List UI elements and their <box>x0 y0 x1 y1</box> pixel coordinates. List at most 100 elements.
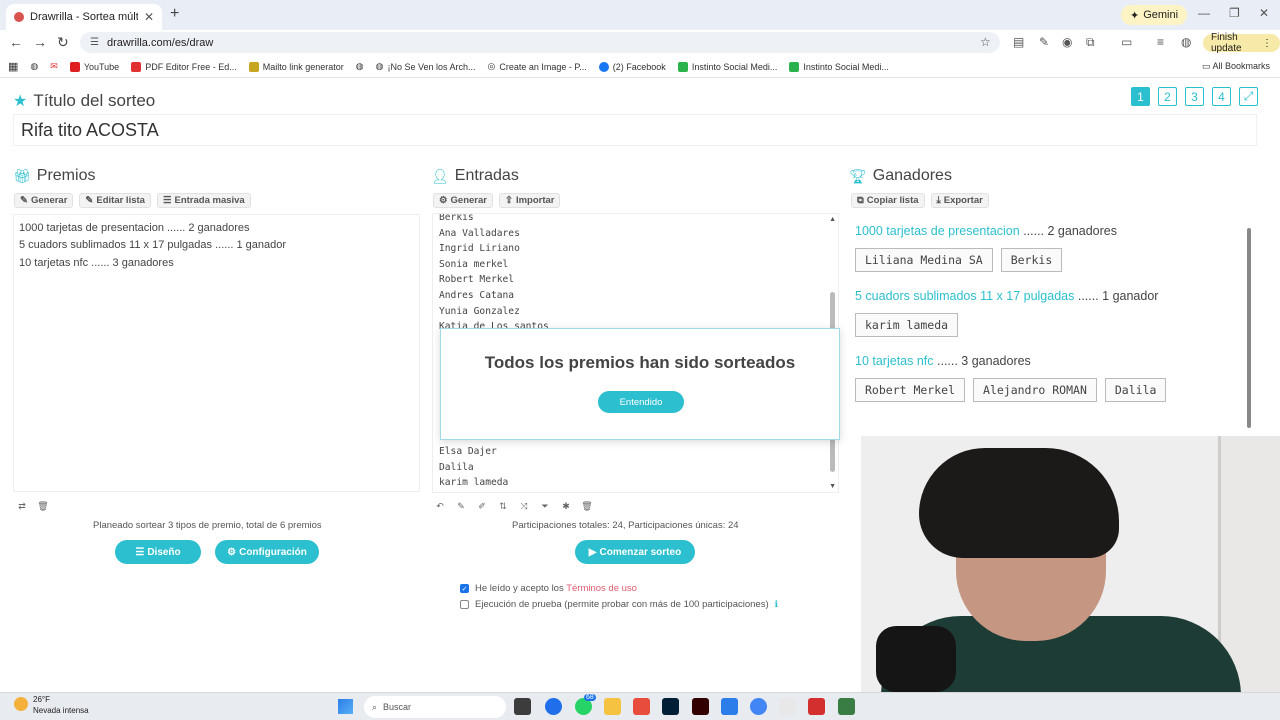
swap-icon[interactable]: ⇄ <box>16 500 28 512</box>
prizes-bulk-entry-button[interactable]: ☰ Entrada masiva <box>156 193 251 208</box>
prizes-generate-button[interactable]: ✎ Generar <box>14 193 74 208</box>
weather-icon[interactable] <box>14 697 28 711</box>
prizes-heading-label: Premios <box>36 167 96 184</box>
prizes-edit-list-button[interactable]: ✎ Editar lista <box>79 193 151 208</box>
bookmark-youtube[interactable]: YouTube <box>69 61 120 72</box>
terms-link[interactable]: Términos de uso <box>566 583 637 594</box>
illustrator-icon[interactable] <box>692 698 709 715</box>
drawrilla-favicon-icon <box>14 12 24 22</box>
winner-chip: karim lameda <box>855 313 959 337</box>
bookmark-globe[interactable]: ◍ <box>356 61 364 72</box>
file-explorer-icon[interactable] <box>604 698 621 715</box>
bookmark-star-icon[interactable]: ☆ <box>980 35 991 49</box>
finish-update-button[interactable]: Finish update ⋮ <box>1203 32 1280 54</box>
profile-icon[interactable]: ◍ <box>1181 35 1191 49</box>
new-tab-icon[interactable]: + <box>170 5 179 23</box>
magic-icon[interactable]: ✐ <box>476 500 488 512</box>
reload-icon[interactable]: ↻ <box>57 34 69 51</box>
gemini-button[interactable]: ✦ Gemini <box>1121 5 1188 25</box>
site-info-icon[interactable]: ☰ <box>90 37 99 48</box>
extension-icon[interactable]: ◉ <box>1062 35 1072 49</box>
entries-import-button[interactable]: ⇪ Importar <box>498 193 561 208</box>
winner-group-head: 1000 tarjetas de presentacion ...... 2 g… <box>855 224 1251 238</box>
instinto-icon <box>789 61 800 72</box>
winners-scrollbar[interactable] <box>1247 228 1251 428</box>
info-icon[interactable]: ℹ <box>775 599 778 610</box>
bookmark-label: YouTube <box>83 61 120 72</box>
cast-icon[interactable]: ▭ <box>1121 35 1132 49</box>
copilot-icon[interactable] <box>633 698 650 715</box>
bookmark-archivos[interactable]: ◍ ¡No Se Ven los Arch... <box>376 61 476 72</box>
shuffle-icon[interactable]: ⤨ <box>518 500 530 512</box>
entries-generate-button[interactable]: ⚙ Generar <box>433 193 493 208</box>
terms-checkbox[interactable]: ✓ <box>460 584 469 593</box>
acrobat-icon[interactable] <box>808 698 825 715</box>
bookmark-pdf-editor[interactable]: PDF Editor Free - Ed... <box>131 61 237 72</box>
undo-icon[interactable]: ↶ <box>434 500 446 512</box>
minimize-icon[interactable]: — <box>1198 6 1210 20</box>
back-icon[interactable]: ← <box>9 34 23 50</box>
browser-tab[interactable]: Drawrilla - Sortea múltiples pre ✕ <box>6 4 162 30</box>
sort-icon[interactable]: ⇅ <box>497 500 509 512</box>
snipping-tool-icon[interactable] <box>779 698 796 715</box>
star-icon: ★ <box>13 93 28 110</box>
browser-tab-bar: Drawrilla - Sortea múltiples pre ✕ + ✦ G… <box>0 0 1280 30</box>
bookmark-create-image[interactable]: ◎ Create an Image - P... <box>488 61 587 72</box>
app-icon[interactable] <box>545 698 562 715</box>
page-button-2[interactable]: 2 <box>1158 87 1177 106</box>
photoshop-icon[interactable] <box>662 698 679 715</box>
trash-icon[interactable]: 🗑︎ <box>37 500 49 512</box>
forward-icon[interactable]: → <box>33 34 47 50</box>
app-icon[interactable] <box>721 698 738 715</box>
bookmark-globe-icon[interactable]: ◍ <box>30 61 38 72</box>
export-button[interactable]: ⤓ Exportar <box>930 193 989 208</box>
reading-list-icon[interactable]: ≡ <box>1157 35 1164 49</box>
webcam-overlay <box>861 436 1280 692</box>
understood-button[interactable]: Entendido <box>598 391 684 413</box>
all-bookmarks[interactable]: ▭ All Bookmarks <box>1202 61 1270 72</box>
taskbar-search[interactable]: ⌕ Buscar <box>364 696 506 718</box>
trial-checkbox[interactable] <box>460 600 469 609</box>
pen-icon[interactable]: ✎ <box>455 500 467 512</box>
app-icon[interactable] <box>838 698 855 715</box>
trash-icon[interactable]: 🗑︎ <box>581 500 593 512</box>
copy-list-button[interactable]: ⧉ Copiar lista <box>851 193 925 208</box>
winner-group: 5 cuadors sublimados 11 x 17 pulgadas ..… <box>855 289 1251 337</box>
chrome-icon[interactable] <box>750 698 767 715</box>
apps-grid-icon[interactable]: ▦ <box>8 60 18 73</box>
scroll-up-icon[interactable]: ▲ <box>829 216 836 223</box>
folder-icon: ▭ <box>1201 61 1213 71</box>
weather-description[interactable]: Nevada intensa <box>33 706 89 715</box>
configuration-button[interactable]: ⚙ Configuración <box>215 540 319 564</box>
page-button-1[interactable]: 1 <box>1131 87 1150 106</box>
prizes-textarea[interactable]: 1000 tarjetas de presentacion ...... 2 g… <box>13 214 420 492</box>
design-button[interactable]: ☰ Diseño <box>115 540 201 564</box>
maximize-icon[interactable]: ❐ <box>1229 6 1240 20</box>
bookmark-mailto[interactable]: Mailto link generator <box>248 61 344 72</box>
page-button-3[interactable]: 3 <box>1185 87 1204 106</box>
pen-extension-icon[interactable]: ✎ <box>1039 35 1049 49</box>
entry-line: Dalila <box>439 461 474 473</box>
asterisk-icon[interactable]: ✱ <box>560 500 572 512</box>
start-draw-button[interactable]: ▶ Comenzar sorteo <box>575 540 695 564</box>
bookmark-instinto-2[interactable]: Instinto Social Medi... <box>789 61 889 72</box>
page-button-4[interactable]: 4 <box>1212 87 1231 106</box>
omnibox[interactable]: ☰ drawrilla.com/es/draw <box>80 32 1000 53</box>
scroll-down-icon[interactable]: ▼ <box>829 483 836 490</box>
entry-line: Sonia merkel <box>439 258 509 270</box>
filter-icon[interactable]: ⏷ <box>539 500 551 512</box>
bookmark-icon-plain[interactable]: ✉ <box>50 61 58 72</box>
puzzle-icon[interactable]: ⧉ <box>1086 35 1095 50</box>
list-icon: ☰ <box>162 195 172 206</box>
fullscreen-icon[interactable]: ⤢ <box>1239 87 1258 106</box>
windows-start-icon[interactable] <box>338 699 353 714</box>
bookmark-facebook[interactable]: (2) Facebook <box>598 61 666 72</box>
raffle-title-input[interactable]: Rifa tito ACOSTA <box>13 114 1257 146</box>
close-tab-icon[interactable]: ✕ <box>144 10 154 24</box>
task-view-icon[interactable] <box>514 698 531 715</box>
bookmark-label: Mailto link generator <box>262 61 344 72</box>
bookmark-instinto-1[interactable]: Instinto Social Medi... <box>677 61 777 72</box>
translate-icon[interactable]: ▤ <box>1013 35 1024 49</box>
close-window-icon[interactable]: ✕ <box>1259 6 1269 20</box>
weather-temperature[interactable]: 26°F <box>33 695 50 704</box>
